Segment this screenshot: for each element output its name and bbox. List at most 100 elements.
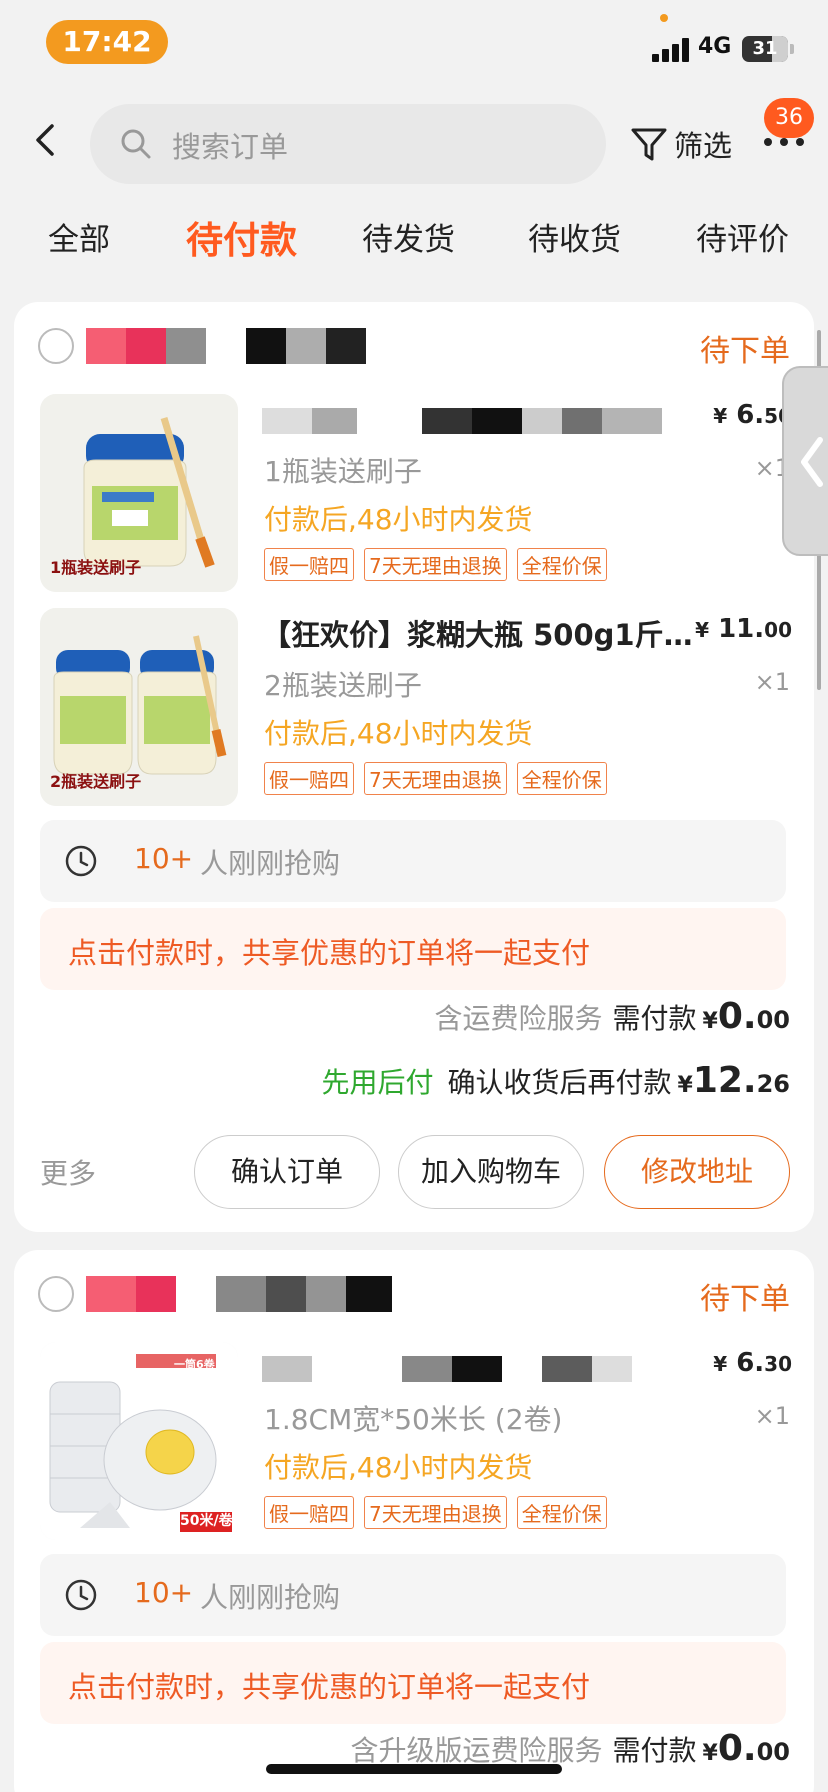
back-button[interactable] [30,120,70,168]
tab-pending-payment[interactable]: 待付款 [186,210,297,264]
shared-discount-notice: 点击付款时，共享优惠的订单将一起支付 [40,1642,786,1724]
currency-symbol: ¥ [713,1352,728,1376]
order-card: 待下单 1瓶装送刷子 ¥ 6.50 1瓶装送刷子 ×1 付款后,48小时内发货 … [14,302,814,1232]
status-time: 17:42 [46,20,168,64]
currency-symbol: ¥ [702,1741,718,1766]
product-price-integer: 11. [718,614,765,644]
filter-button[interactable]: 筛选 [630,120,732,168]
service-tags: 假一赔四 7天无理由退换 全程价保 [264,762,607,795]
pay-amount-integer: 0. [717,1728,757,1769]
product-quantity: ×1 [754,668,790,696]
more-dot-icon [764,138,772,146]
shipping-promise: 付款后,48小时内发货 [264,503,533,536]
product-price: ¥ 6.50 [713,400,792,430]
product-row[interactable]: 50米/卷 一筒6卷 ¥ 6.30 1.8CM宽*50米长 (2卷) ×1 付款… [14,1342,814,1542]
product-title-redacted[interactable] [262,400,692,440]
product-image-tag: 一筒6卷 [174,1358,215,1371]
product-price-integer: 6. [736,400,765,430]
recent-purchase-strip: 10+ 人刚刚抢购 [40,820,786,902]
recent-purchase-count: 10+ [134,1576,194,1609]
shared-discount-notice: 点击付款时，共享优惠的订单将一起支付 [40,908,786,990]
product-spec: 1.8CM宽*50米长 (2卷) [264,1403,563,1436]
shop-name-redacted[interactable] [86,1276,436,1312]
service-tag: 全程价保 [516,1496,607,1529]
product-quantity: ×1 [754,1402,790,1430]
search-icon [121,129,151,159]
service-tags: 假一赔四 7天无理由退换 全程价保 [264,1496,607,1529]
pay-amount-integer: 0. [717,996,757,1037]
product-image[interactable]: 2瓶装送刷子 [40,608,238,806]
recent-purchase-count: 10+ [134,842,194,875]
side-drawer-handle[interactable] [782,366,828,556]
message-badge: 36 [764,98,814,138]
pay-later-label[interactable]: 先用后付 [321,1066,433,1099]
product-row[interactable]: 2瓶装送刷子 【狂欢价】浆糊大瓶 500g1斤装学生手工用胶水糨糊 ¥ 11.0… [14,608,814,808]
select-order-checkbox[interactable] [38,1276,74,1312]
product-price: ¥ 6.30 [713,1348,792,1378]
service-tag: 假一赔四 [264,762,354,795]
tab-pending-review[interactable]: 待评价 [696,214,789,259]
chevron-left-icon [36,124,54,156]
shop-name-redacted[interactable] [86,328,436,364]
pay-label: 需付款 [612,1002,697,1035]
pay-amount-decimal: 00 [756,1738,790,1766]
product-image[interactable]: 1瓶装送刷子 [40,394,238,592]
product-image-caption: 2瓶装送刷子 [50,772,142,791]
currency-symbol: ¥ [702,1009,718,1034]
tab-pending-receipt[interactable]: 待收货 [528,214,621,259]
product-image-caption: 1瓶装送刷子 [50,558,142,577]
filter-icon [631,128,667,161]
search-placeholder: 搜索订单 [172,130,289,164]
battery-level: 31 [752,38,778,59]
home-indicator[interactable] [266,1764,562,1774]
service-tag: 假一赔四 [264,548,354,581]
pay-label: 需付款 [612,1734,697,1767]
service-tags: 假一赔四 7天无理由退换 全程价保 [264,548,607,581]
insurance-label: 含运费险服务 [434,1002,603,1035]
add-to-cart-button[interactable]: 加入购物车 [398,1135,584,1209]
product-title-redacted[interactable] [262,1348,692,1388]
recent-purchase-text: 人刚刚抢购 [200,1581,341,1614]
select-order-checkbox[interactable] [38,328,74,364]
service-tag: 全程价保 [516,762,607,795]
battery-icon: 31 [742,36,788,62]
order-status: 待下单 [700,334,790,369]
status-bar: 17:42 4G 31 [0,0,828,88]
currency-symbol: ¥ [677,1073,693,1098]
pay-later-integer: 12. [692,1060,757,1101]
search-input[interactable]: 搜索订单 [90,104,606,184]
tab-pending-shipment[interactable]: 待发货 [362,214,455,259]
service-tag: 假一赔四 [264,1496,354,1529]
insurance-label: 含升级版运费险服务 [350,1734,603,1767]
currency-symbol: ¥ [695,618,710,642]
shipping-promise: 付款后,48小时内发货 [264,717,533,750]
product-spec: 2瓶装送刷子 [264,669,422,702]
product-title[interactable]: 【狂欢价】浆糊大瓶 500g1斤装学生手工用胶水糨糊 [262,612,702,654]
pay-later-decimal: 26 [756,1070,790,1098]
modify-address-button[interactable]: 修改地址 [604,1135,790,1209]
recent-purchase-strip: 10+ 人刚刚抢购 [40,1554,786,1636]
tab-all[interactable]: 全部 [48,214,110,259]
product-row[interactable]: 1瓶装送刷子 ¥ 6.50 1瓶装送刷子 ×1 付款后,48小时内发货 假一赔四… [14,394,814,594]
pay-later-text: 确认收货后再付款 [447,1066,672,1099]
pay-amount-decimal: 00 [756,1006,790,1034]
currency-symbol: ¥ [713,404,728,428]
confirm-order-button[interactable]: 确认订单 [194,1135,380,1209]
clock-icon [65,1579,97,1611]
product-price-decimal: 00 [764,618,792,642]
more-dot-icon [780,138,788,146]
product-image[interactable]: 50米/卷 一筒6卷 [40,1342,238,1540]
product-price-integer: 6. [736,1348,765,1378]
shared-discount-text: 点击付款时，共享优惠的订单将一起支付 [68,936,591,970]
order-tabs: 全部 待付款 待发货 待收货 待评价 [0,214,828,274]
more-actions-link[interactable]: 更多 [40,1152,96,1192]
service-tag: 7天无理由退换 [364,1496,507,1529]
filter-label: 筛选 [674,129,733,163]
product-price-decimal: 30 [764,1352,792,1376]
order-card: 待下单 50米/卷 一筒6卷 ¥ 6.30 1.8CM宽*50米长 (2卷) ×… [14,1250,814,1792]
shipping-promise: 付款后,48小时内发货 [264,1451,533,1484]
product-spec: 1瓶装送刷子 [264,455,422,488]
product-image-caption: 50米/卷 [180,1513,233,1529]
order-status: 待下单 [700,1282,790,1317]
payment-summary: 含运费险服务 需付款 ¥0.00 [435,996,790,1037]
